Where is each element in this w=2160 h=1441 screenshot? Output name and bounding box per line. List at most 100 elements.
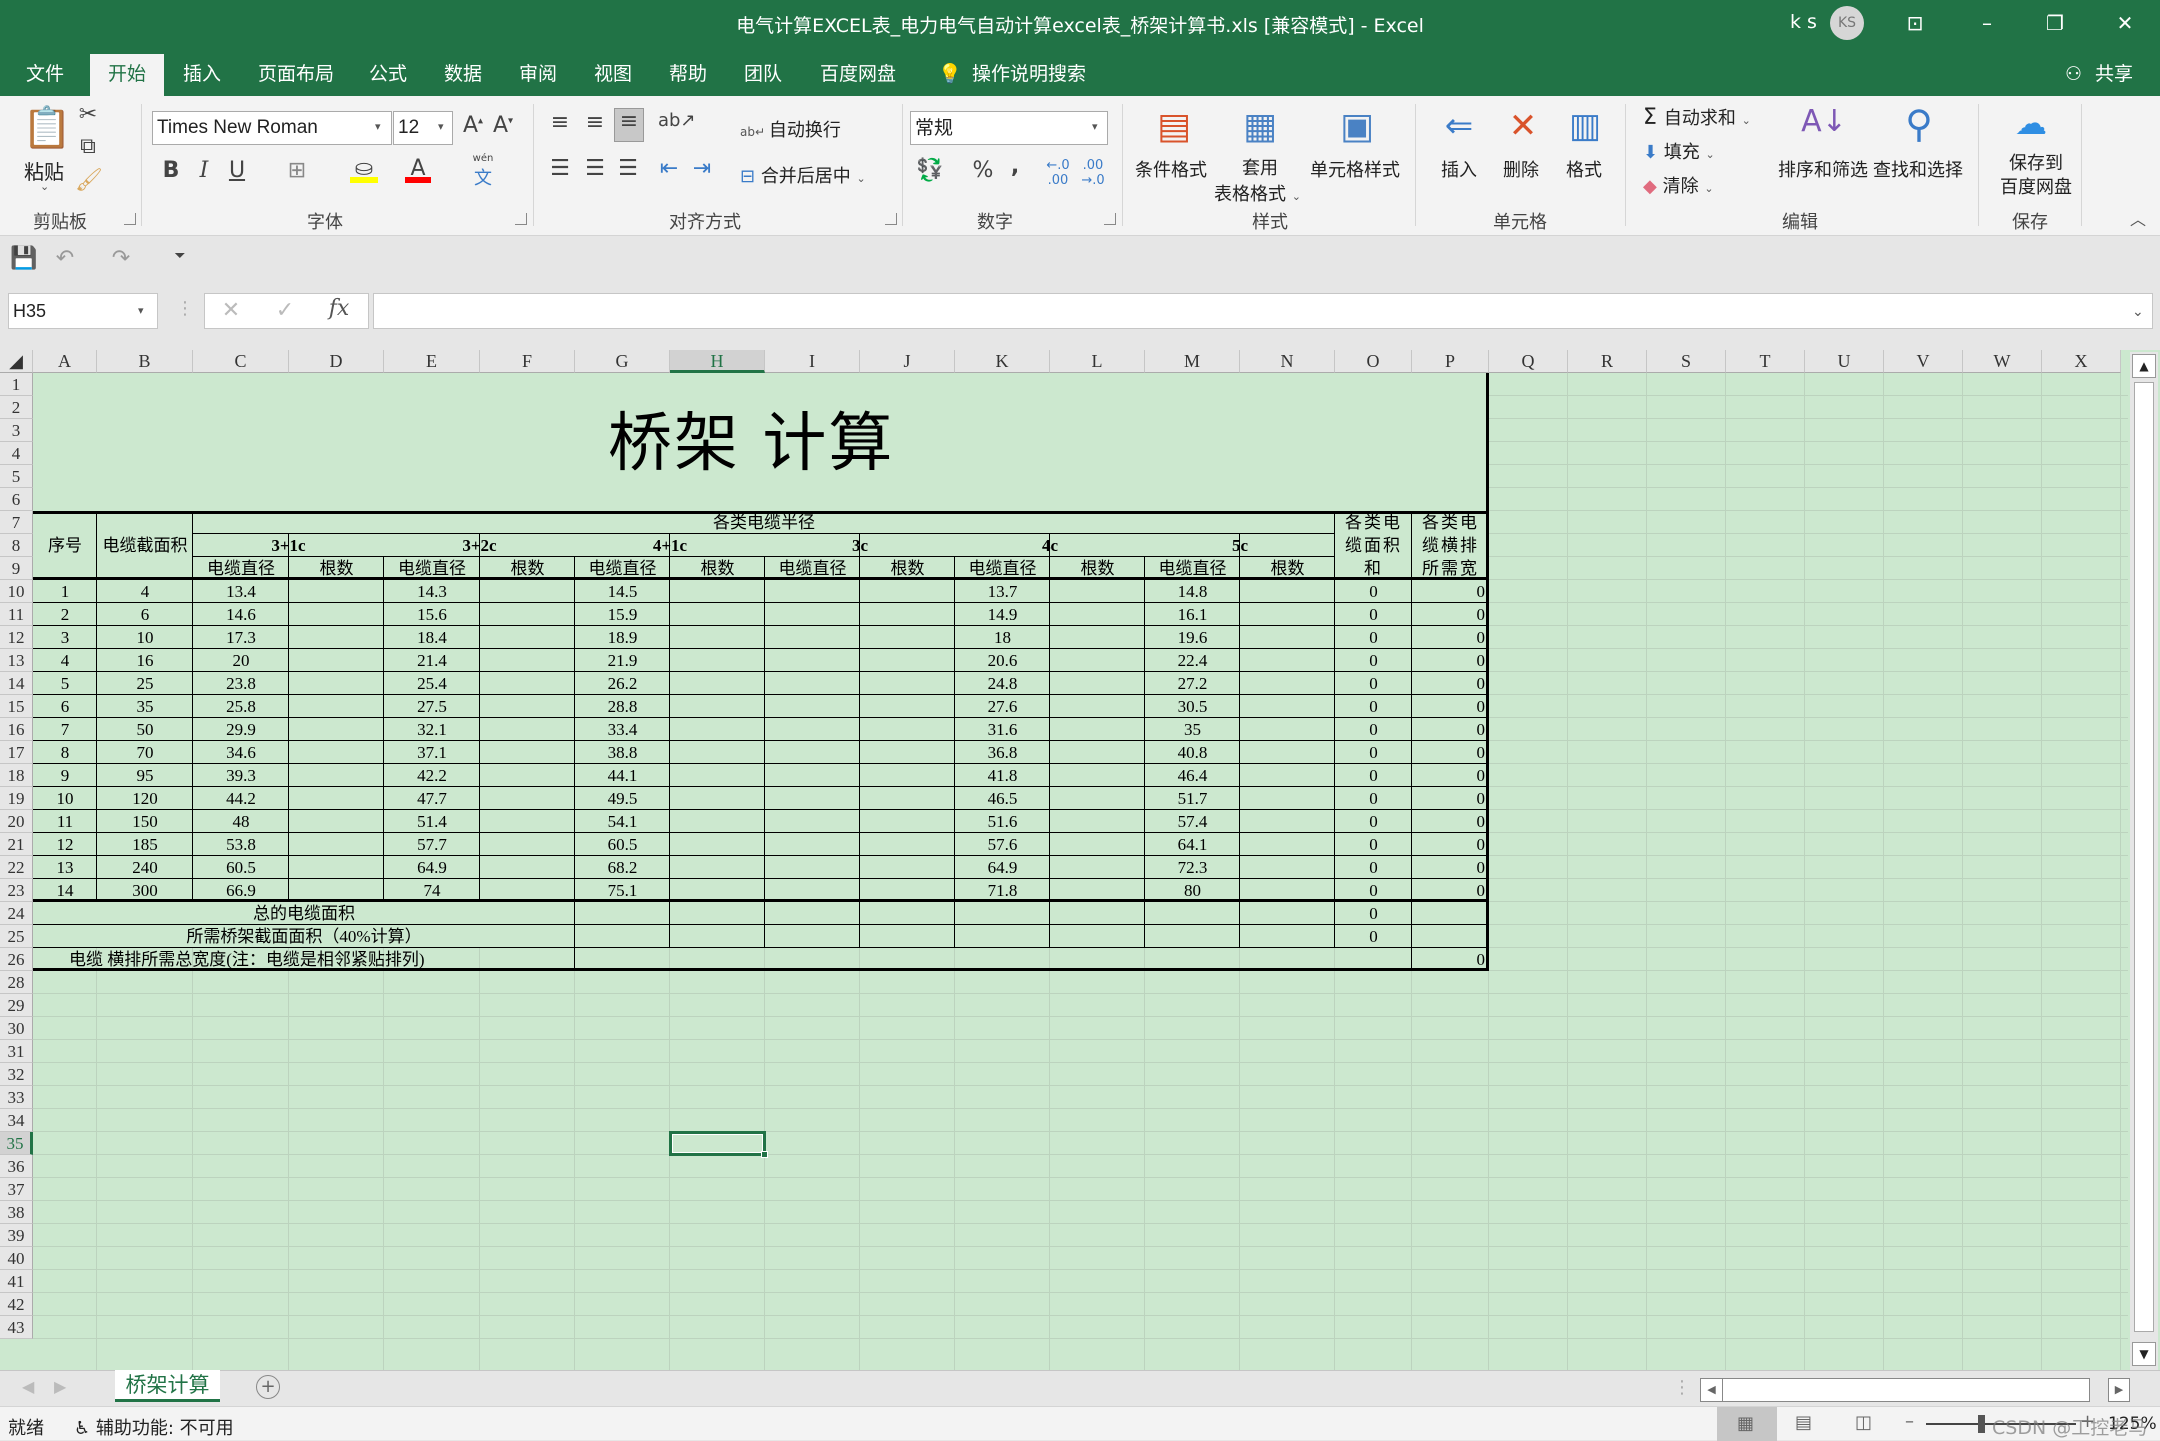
- column-header-a[interactable]: A: [33, 350, 97, 373]
- delete-button[interactable]: 删除: [1503, 156, 1539, 182]
- column-header-t[interactable]: T: [1726, 350, 1805, 373]
- restore-icon[interactable]: ❐: [2035, 8, 2075, 38]
- clear-button[interactable]: ◆ 清除 ⌄: [1643, 172, 1714, 198]
- tab-home[interactable]: 开始: [90, 54, 164, 96]
- baidu-pan-icon[interactable]: ☁: [2008, 104, 2054, 142]
- accessibility-status[interactable]: ♿ 辅助功能: 不可用: [74, 1414, 234, 1440]
- tab-view[interactable]: 视图: [584, 54, 642, 96]
- row-header-22[interactable]: 22: [0, 856, 33, 879]
- expand-formula-bar-icon[interactable]: ⌄: [2132, 304, 2144, 320]
- column-header-n[interactable]: N: [1240, 350, 1335, 373]
- find-select-button[interactable]: 查找和选择: [1873, 156, 1963, 182]
- scroll-left-icon[interactable]: ◀: [1701, 1379, 1723, 1401]
- row-header-13[interactable]: 13: [0, 649, 33, 672]
- row-header-41[interactable]: 41: [0, 1270, 33, 1293]
- column-header-k[interactable]: K: [955, 350, 1050, 373]
- collapse-ribbon-icon[interactable]: ︿: [2130, 206, 2146, 230]
- insert-cells-icon[interactable]: ⇐: [1436, 106, 1482, 146]
- font-name-select[interactable]: Times New Roman: [152, 111, 392, 145]
- minimize-icon[interactable]: –: [1967, 8, 2007, 38]
- vertical-scroll-thumb[interactable]: [2134, 382, 2154, 1332]
- add-sheet-icon[interactable]: +: [256, 1375, 280, 1399]
- cell-styles-icon[interactable]: ▣: [1333, 106, 1381, 154]
- conditional-formatting-button[interactable]: 条件格式: [1135, 156, 1207, 182]
- row-header-38[interactable]: 38: [0, 1201, 33, 1224]
- orientation-icon[interactable]: ab↗: [658, 110, 696, 131]
- column-header-x[interactable]: X: [2042, 350, 2121, 373]
- row-header-26[interactable]: 26: [0, 948, 33, 971]
- increase-font-icon[interactable]: A▴: [460, 113, 486, 138]
- decrease-decimal-icon[interactable]: .00 →.0: [1080, 158, 1106, 188]
- paste-icon[interactable]: 📋: [22, 104, 72, 154]
- phonetic-icon[interactable]: wén 文: [470, 154, 496, 190]
- column-header-m[interactable]: M: [1145, 350, 1240, 373]
- tab-page-layout[interactable]: 页面布局: [248, 54, 344, 96]
- row-header-15[interactable]: 15: [0, 695, 33, 718]
- row-header-7[interactable]: 7: [0, 511, 33, 534]
- font-name-dropdown-icon[interactable]: ▾: [375, 120, 381, 133]
- tab-formulas[interactable]: 公式: [359, 54, 417, 96]
- insert-button[interactable]: 插入: [1441, 156, 1477, 182]
- row-header-10[interactable]: 10: [0, 580, 33, 603]
- row-header-29[interactable]: 29: [0, 994, 33, 1017]
- conditional-formatting-icon[interactable]: ▤: [1150, 106, 1198, 154]
- row-header-31[interactable]: 31: [0, 1040, 33, 1063]
- row-header-12[interactable]: 12: [0, 626, 33, 649]
- formula-input[interactable]: [373, 293, 2153, 329]
- zoom-slider-thumb[interactable]: [1978, 1415, 1985, 1433]
- vertical-scrollbar[interactable]: ▲ ▼: [2130, 352, 2158, 1370]
- column-header-d[interactable]: D: [289, 350, 384, 373]
- autosum-button[interactable]: Σ 自动求和 ⌄: [1643, 104, 1751, 130]
- tab-review[interactable]: 审阅: [509, 54, 567, 96]
- font-launcher-icon[interactable]: [515, 213, 527, 225]
- row-header-28[interactable]: 28: [0, 971, 33, 994]
- column-header-g[interactable]: G: [575, 350, 670, 373]
- page-layout-view-icon[interactable]: ▤: [1795, 1412, 1812, 1433]
- row-header-34[interactable]: 34: [0, 1109, 33, 1132]
- comma-style-icon[interactable]: ,: [1005, 154, 1025, 179]
- zoom-out-icon[interactable]: –: [1905, 1411, 1914, 1432]
- align-right-icon[interactable]: ☰: [616, 156, 640, 181]
- align-center-icon[interactable]: ☰: [583, 156, 607, 181]
- decrease-font-icon[interactable]: A▾: [490, 113, 516, 138]
- number-format-select[interactable]: 常规: [910, 111, 1108, 145]
- tab-file[interactable]: 文件: [16, 54, 74, 96]
- tab-help[interactable]: 帮助: [659, 54, 717, 96]
- column-header-b[interactable]: B: [97, 350, 193, 373]
- column-header-v[interactable]: V: [1884, 350, 1963, 373]
- wrap-text-button[interactable]: ab↵ 自动换行: [740, 116, 841, 142]
- select-all-corner[interactable]: ◢: [0, 350, 33, 373]
- paste-dropdown-icon[interactable]: ⌄: [40, 180, 49, 193]
- row-header-37[interactable]: 37: [0, 1178, 33, 1201]
- merge-center-button[interactable]: ⊟ 合并后居中 ⌄: [740, 162, 866, 188]
- horizontal-scroll-thumb[interactable]: [1725, 1379, 2065, 1401]
- column-header-l[interactable]: L: [1050, 350, 1145, 373]
- font-size-dropdown-icon[interactable]: ▾: [438, 120, 444, 133]
- row-header-36[interactable]: 36: [0, 1155, 33, 1178]
- share-button[interactable]: 共享: [2085, 54, 2143, 96]
- column-header-p[interactable]: P: [1412, 350, 1489, 373]
- save-to-baidu-button[interactable]: 保存到 百度网盘: [2000, 152, 2072, 200]
- sort-filter-icon[interactable]: A↓: [1800, 104, 1848, 139]
- row-header-43[interactable]: 43: [0, 1316, 33, 1339]
- row-header-18[interactable]: 18: [0, 764, 33, 787]
- row-header-40[interactable]: 40: [0, 1247, 33, 1270]
- cancel-icon[interactable]: ✕: [220, 298, 242, 323]
- row-header-2[interactable]: 2: [0, 396, 33, 419]
- alignment-launcher-icon[interactable]: [885, 213, 897, 225]
- tab-data[interactable]: 数据: [434, 54, 492, 96]
- row-header-11[interactable]: 11: [0, 603, 33, 626]
- prev-sheet-icon[interactable]: ◀: [22, 1377, 34, 1396]
- number-launcher-icon[interactable]: [1104, 213, 1116, 225]
- format-as-table-button[interactable]: 套用 表格格式 ⌄: [1214, 154, 1301, 206]
- next-sheet-icon[interactable]: ▶: [54, 1377, 66, 1396]
- name-box[interactable]: H35: [8, 293, 158, 329]
- enter-icon[interactable]: ✓: [274, 298, 296, 323]
- italic-icon[interactable]: I: [193, 158, 215, 183]
- cell-styles-button[interactable]: 单元格样式: [1310, 156, 1400, 182]
- clipboard-launcher-icon[interactable]: [124, 213, 136, 225]
- ribbon-display-options-icon[interactable]: ⊡: [1895, 8, 1935, 38]
- row-header-42[interactable]: 42: [0, 1293, 33, 1316]
- format-cells-icon[interactable]: ▥: [1562, 106, 1608, 146]
- row-header-4[interactable]: 4: [0, 442, 33, 465]
